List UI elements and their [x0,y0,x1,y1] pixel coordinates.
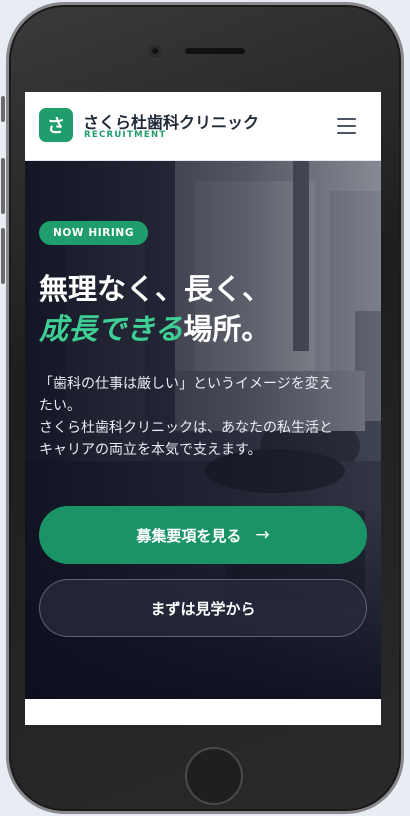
view-requirements-button[interactable]: 募集要項を見る → [39,506,367,564]
logo-mark[interactable]: さ [39,108,73,142]
visit-tour-label: まずは見学から [150,599,256,618]
earpiece-speaker [185,48,245,54]
mute-switch[interactable] [1,96,5,122]
headline-accent: 成長できる [39,312,184,346]
visit-tour-button[interactable]: まずは見学から [39,579,367,637]
hero-lead-text: 「歯科の仕事は厳しい」というイメージを変え たい。 さくら杜歯科クリニックは、あ… [39,373,373,461]
lead-line: たい。 [39,398,81,414]
headline-tail: 場所。 [183,312,271,346]
headline-line-2: 成長できる場所。 [39,309,369,349]
hero-section: NOW HIRING 無理なく、長く、 成長できる場所。 「歯科の仕事は厳しい」… [25,161,381,699]
screen: さ さくら杜歯科クリニック RECRUITMENT NOW HIRING 無理な… [25,92,381,725]
home-button[interactable] [185,747,243,805]
lead-line: 「歯科の仕事は厳しい」というイメージを変え [39,376,333,392]
arrow-right-icon: → [255,525,270,545]
now-hiring-badge: NOW HIRING [39,221,149,245]
brand-subtitle: RECRUITMENT [84,130,167,140]
lead-line: さくら杜歯科クリニックは、あなたの私生活と [39,420,333,436]
view-requirements-label: 募集要項を見る [136,526,242,545]
hamburger-menu-icon[interactable] [337,116,359,136]
volume-down-button[interactable] [1,228,5,284]
lead-line: キャリアの両立を本気で支えます。 [39,442,262,458]
hero-headline: 無理なく、長く、 成長できる場所。 [39,269,369,349]
headline-line-1: 無理なく、長く、 [39,272,272,306]
front-camera [149,45,161,57]
site-header: さ さくら杜歯科クリニック RECRUITMENT [25,92,381,161]
volume-up-button[interactable] [1,158,5,214]
